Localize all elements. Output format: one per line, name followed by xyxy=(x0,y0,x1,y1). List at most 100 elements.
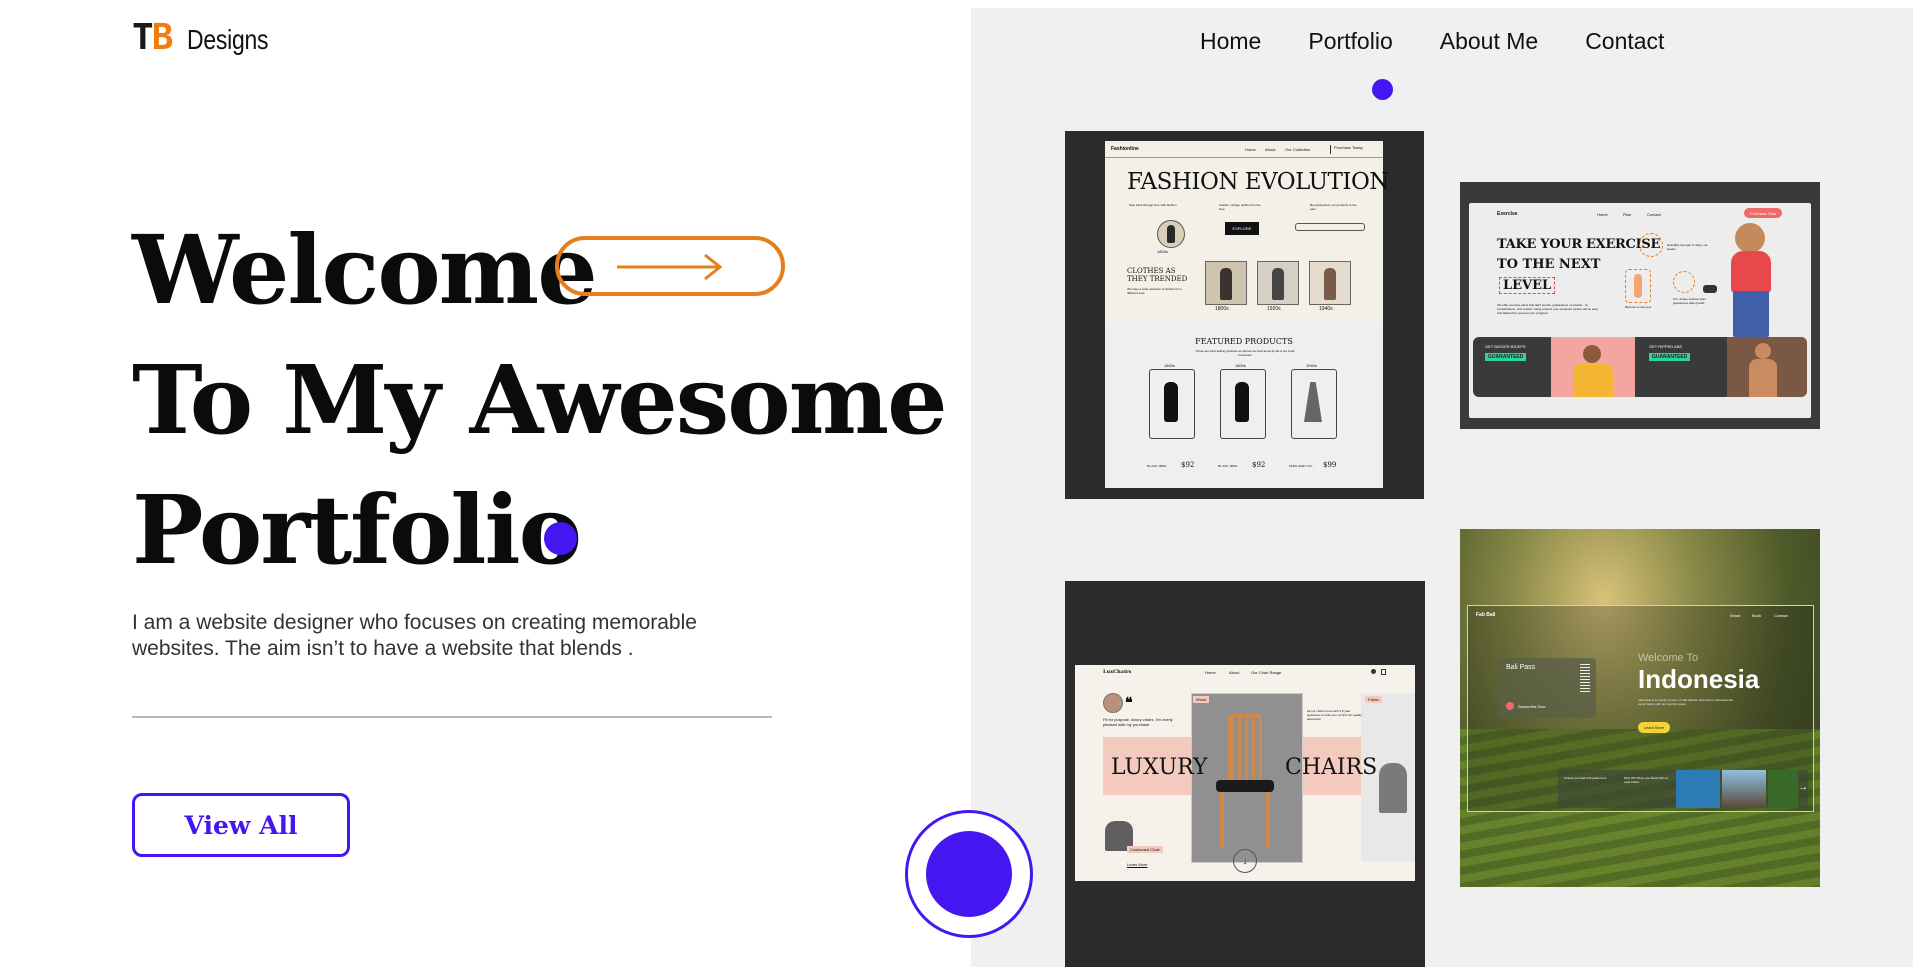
exercise-nav-plan: Plan xyxy=(1623,212,1632,217)
fashion-nav-collection: Our Collection xyxy=(1285,147,1311,152)
user-icon xyxy=(1371,669,1376,674)
fashion-era-3: 1940s xyxy=(1319,306,1333,312)
exercise-title-2: TO THE NEXT xyxy=(1497,257,1601,272)
exercise-nav-contact: Contact xyxy=(1647,212,1661,217)
chairs-title-right: CHAIRS xyxy=(1285,755,1378,780)
fashion-featured-title: FEATURED PRODUCTS xyxy=(1195,337,1293,346)
fashion-clothes-title: CLOTHES AS THEY TRENDED xyxy=(1127,267,1188,283)
indonesia-welcome: Welcome To xyxy=(1638,652,1699,664)
portfolio-item-indonesia[interactable]: Fab Bali Wood Book Contact Bali Pass Sam… xyxy=(1460,529,1820,887)
fashion-era-2: 1920s xyxy=(1267,306,1281,312)
fashion-product-name-1: BL ACK 1800s xyxy=(1147,464,1167,468)
indonesia-card-a: Unlock your bali with guide here xyxy=(1564,776,1607,780)
indonesia-sub: Indonesia is a country of over 17,000 is… xyxy=(1638,698,1734,706)
hero-line-3: Portfolio xyxy=(132,475,582,586)
indonesia-brand: Fab Bali xyxy=(1476,612,1496,618)
exercise-man-photo xyxy=(1551,337,1635,397)
exercise-card2-title: GET RIPPED ABS xyxy=(1649,344,1683,349)
brand-logo[interactable]: TB Designs xyxy=(132,20,286,56)
barcode-icon xyxy=(1580,662,1590,692)
exercise-note-c: Our unique workout plan guarantees safe … xyxy=(1673,297,1706,305)
fashion-featured-sub: These are best selling products as well … xyxy=(1195,349,1295,357)
indonesia-person: Samantha Dow xyxy=(1518,704,1546,709)
fashion-brand: Fashionline xyxy=(1111,146,1139,152)
scroll-circle-button[interactable] xyxy=(905,810,1033,938)
nav-home[interactable]: Home xyxy=(1200,28,1261,55)
indonesia-photo-3 xyxy=(1768,770,1798,808)
fashion-product-card-2 xyxy=(1220,369,1266,439)
exercise-nav-button: Purchase Plan xyxy=(1744,208,1782,218)
exercise-brand: Exercise xyxy=(1497,211,1518,217)
arrow-right-icon: → xyxy=(1798,782,1808,793)
fashion-text-c: Be transported, our products to the past xyxy=(1310,203,1357,211)
arrow-down-icon: ↓ xyxy=(1233,849,1257,873)
exercise-abs-photo xyxy=(1727,337,1807,397)
fashion-product-era-1: 1800s xyxy=(1162,363,1177,368)
fashion-portrait xyxy=(1157,220,1185,248)
exercise-body: We offer exercise plans that GET results… xyxy=(1497,303,1599,315)
hero-line-2: To My Awesome xyxy=(132,345,948,456)
chairs-page: LuxChairs Home About Our Chair Range ❝ F… xyxy=(1075,665,1415,881)
nav-portfolio[interactable]: Portfolio xyxy=(1308,28,1392,55)
dumbbell-icon xyxy=(1703,285,1717,293)
indonesia-learn-button: Learn More xyxy=(1638,722,1670,733)
logo-mark: TB xyxy=(132,17,173,58)
hero-line-1: Welcome xyxy=(132,215,598,326)
view-all-button[interactable]: View All xyxy=(132,793,350,857)
fashion-nav-home: Home xyxy=(1245,147,1256,152)
exercise-nav-home: Home xyxy=(1597,212,1608,217)
indonesia-nav-contact: Contact xyxy=(1774,613,1788,618)
indonesia-nav-wood: Wood xyxy=(1730,613,1741,618)
exercise-title-1: TAKE YOUR EXERCISE xyxy=(1497,237,1661,252)
fashion-page: Fashionline Home About Our Collection Pu… xyxy=(1105,141,1389,488)
exercise-woman-legs xyxy=(1733,291,1769,337)
fashion-product-price-2: $92 xyxy=(1252,461,1266,469)
fashion-nav-button: Purchase Today xyxy=(1330,145,1378,154)
chairs-nav-range: Our Chair Range xyxy=(1251,670,1282,675)
indonesia-photo-2 xyxy=(1722,770,1766,808)
fashion-era-img-1 xyxy=(1205,261,1247,305)
nav-contact[interactable]: Contact xyxy=(1585,28,1664,55)
exercise-woman-top xyxy=(1731,251,1771,293)
indonesia-avatar xyxy=(1506,702,1514,710)
exercise-bicep-icon xyxy=(1639,233,1663,257)
exercise-card1-title: GET BIGGER BICEPS xyxy=(1485,344,1526,349)
fashion-year-label: 1800s xyxy=(1157,249,1168,254)
quote-icon: ❝ xyxy=(1125,695,1133,711)
indonesia-photo-1 xyxy=(1676,770,1720,808)
chairs-brand: LuxChairs xyxy=(1103,669,1132,675)
exercise-card1-badge: GUARANTEED xyxy=(1485,353,1527,361)
chairs-right-quote: All our chairs come with a 5 year guaran… xyxy=(1307,709,1362,721)
fashion-rule xyxy=(1105,157,1383,158)
fashion-product-card-1 xyxy=(1149,369,1195,439)
nav-about[interactable]: About Me xyxy=(1440,28,1538,55)
fashion-product-era-3: 1940s xyxy=(1304,363,1319,368)
portfolio-item-chairs[interactable]: LuxChairs Home About Our Chair Range ❝ F… xyxy=(1065,581,1425,967)
fashion-product-era-2: 1800s xyxy=(1233,363,1248,368)
scroll-circle-inner xyxy=(926,831,1012,917)
exercise-woman-head xyxy=(1735,223,1765,253)
indonesia-title: Indonesia xyxy=(1638,664,1760,694)
chairs-tag-fabric: Fabric xyxy=(1365,696,1383,703)
fashion-explore-button: EXPLORE xyxy=(1225,222,1259,235)
logo-text: Designs xyxy=(187,24,269,55)
bali-pass-title: Bali Pass xyxy=(1506,664,1536,671)
portfolio-item-fashion[interactable]: Fashionline Home About Our Collection Pu… xyxy=(1065,131,1424,499)
chairs-nav-about: About xyxy=(1229,670,1240,675)
chairs-product-label: Cushioned Chair xyxy=(1127,846,1163,853)
chairs-avatar xyxy=(1103,693,1123,713)
exercise-page: Exercise Home Plan Contact Purchase Plan… xyxy=(1469,203,1811,418)
arrow-pill-button[interactable] xyxy=(555,236,785,296)
fashion-era-img-3 xyxy=(1309,261,1351,305)
indonesia-page: Fab Bali Wood Book Contact Bali Pass Sam… xyxy=(1467,605,1814,812)
fashion-clothes-sub: We have a wide selection of clothes from… xyxy=(1127,287,1182,295)
exercise-progress-icon xyxy=(1673,271,1695,293)
main-nav: Home Portfolio About Me Contact xyxy=(1200,28,1711,55)
nav-active-indicator xyxy=(1372,79,1393,100)
fashion-text-b: Classic, vintage outfits from the time xyxy=(1219,203,1261,211)
fashion-nav-about: About xyxy=(1265,147,1276,152)
fashion-era-img-2 xyxy=(1257,261,1299,305)
hero-accent-dot xyxy=(544,522,577,555)
chairs-learn-more: Learn More xyxy=(1127,862,1148,867)
portfolio-item-exercise[interactable]: Exercise Home Plan Contact Purchase Plan… xyxy=(1460,182,1820,429)
